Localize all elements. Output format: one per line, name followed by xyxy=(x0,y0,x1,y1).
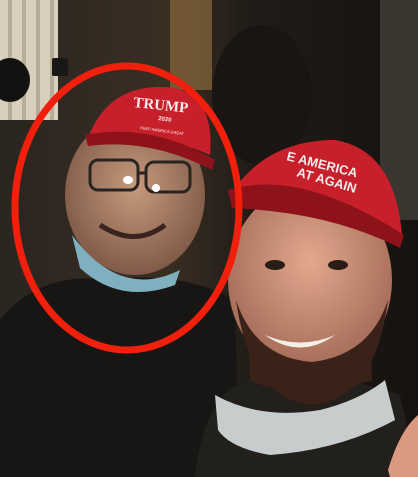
raised-phone xyxy=(52,58,68,76)
right-man-eye xyxy=(265,260,285,270)
photo: TRUMP 2020 KEEP AMERICA GREAT E AMERICA … xyxy=(0,0,418,477)
right-man-eye xyxy=(328,260,348,270)
glasses-glare xyxy=(123,176,133,184)
glasses-glare xyxy=(152,184,160,192)
